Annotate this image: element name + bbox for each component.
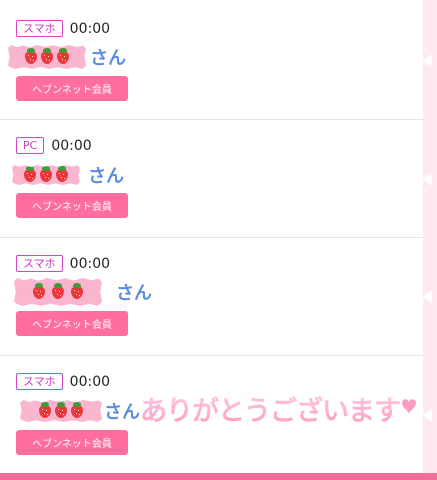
heaven-net-member-button[interactable]: ヘブンネット会員 xyxy=(16,430,128,455)
entry-meta: スマホ 00:00 xyxy=(16,255,110,272)
strawberry-icon xyxy=(56,165,68,182)
device-badge: スマホ xyxy=(16,255,63,272)
list-item: スマホ 00:00 さん ヘブンネット会員 xyxy=(0,238,423,356)
masking-tape xyxy=(14,278,102,306)
arrow-left-icon xyxy=(423,290,432,304)
entry-meta: スマホ 00:00 xyxy=(16,373,110,390)
device-badge: PC xyxy=(16,137,45,154)
list-item: PC 00:00 さん ヘブンネット会員 xyxy=(0,120,423,238)
strawberry-icon xyxy=(71,401,83,418)
strawberry-icon xyxy=(41,47,53,64)
masking-tape xyxy=(12,165,80,185)
strawberry-icon xyxy=(40,165,52,182)
masking-tape xyxy=(20,400,102,422)
name-suffix: さん xyxy=(116,283,152,304)
strawberry-icon xyxy=(24,165,36,182)
arrow-left-icon xyxy=(423,172,432,186)
bottom-bar xyxy=(0,473,437,480)
strawberry-icon xyxy=(52,282,64,299)
entry-meta: PC 00:00 xyxy=(16,137,92,154)
visitor-list: スマホ 00:00 さん ヘブンネット会員 PC 00:00 さん ヘブンネット… xyxy=(0,0,423,473)
visitor-name: さん xyxy=(8,162,124,188)
stamp-text: ありがとうございます xyxy=(140,395,400,427)
device-badge: スマホ xyxy=(16,373,63,390)
strawberry-icon xyxy=(55,401,67,418)
visit-time: 00:00 xyxy=(69,20,111,37)
name-suffix: さん xyxy=(88,166,124,187)
device-badge: スマホ xyxy=(16,20,63,37)
strawberry-icon xyxy=(57,47,69,64)
visit-time: 00:00 xyxy=(51,137,92,154)
strawberry-icon xyxy=(39,401,51,418)
visitor-name: さん xyxy=(8,398,140,424)
thank-you-stamp: ありがとうございます xyxy=(137,392,418,431)
visitor-name: さん xyxy=(8,44,126,70)
visitor-name: さん xyxy=(8,278,152,306)
heaven-net-member-button[interactable]: ヘブンネット会員 xyxy=(16,76,128,101)
strawberry-icon xyxy=(25,47,37,64)
masking-tape xyxy=(8,45,86,69)
heaven-net-member-button[interactable]: ヘブンネット会員 xyxy=(16,311,128,336)
heart-icon xyxy=(400,397,418,415)
heaven-net-member-button[interactable]: ヘブンネット会員 xyxy=(16,193,128,218)
visit-time: 00:00 xyxy=(69,255,111,272)
strawberry-icon xyxy=(33,282,45,299)
arrow-left-icon xyxy=(423,54,432,68)
strawberry-icon xyxy=(71,282,83,299)
name-suffix: さん xyxy=(90,48,126,69)
list-item: スマホ 00:00 さん ヘブンネット会員 xyxy=(0,0,423,120)
visit-time: 00:00 xyxy=(69,373,111,390)
arrow-left-icon xyxy=(423,408,432,422)
side-panel xyxy=(423,0,437,473)
entry-meta: スマホ 00:00 xyxy=(16,20,110,37)
